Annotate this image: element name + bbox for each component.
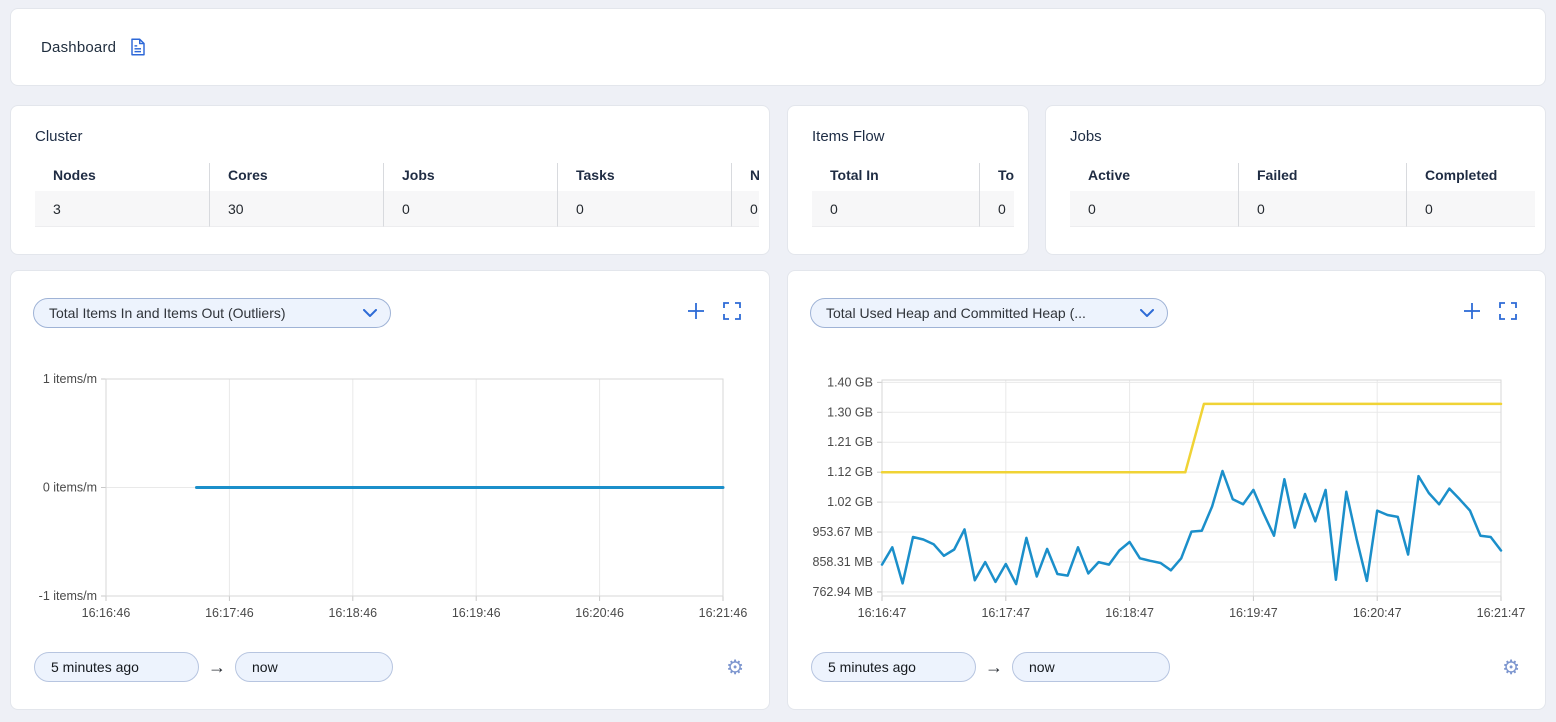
time-range-controls: 5 minutes ago → now: [34, 652, 393, 682]
document-icon[interactable]: [129, 38, 147, 56]
cluster-stats-card: Cluster Nodes Cores Jobs Tasks No 3 30 0…: [10, 105, 770, 255]
items-flow-stats-card: Items Flow Total In To 0 0: [787, 105, 1029, 255]
jobs-stats-card: Jobs Active Failed Completed 0 0 0: [1045, 105, 1546, 255]
cell-value: 30: [209, 191, 383, 227]
items-flow-table: Total In To 0 0: [812, 163, 1014, 227]
cell-value: 0: [1238, 191, 1406, 227]
cluster-card-title: Cluster: [35, 128, 745, 145]
cell-value: 0: [812, 191, 979, 227]
svg-text:1.12 GB: 1.12 GB: [827, 465, 873, 479]
svg-text:1.21 GB: 1.21 GB: [827, 435, 873, 449]
column-header: Total In: [812, 163, 979, 191]
column-header: Nodes: [35, 163, 209, 191]
column-header: Tasks: [557, 163, 731, 191]
table-header-row: Total In To: [812, 163, 1014, 191]
svg-text:16:18:47: 16:18:47: [1105, 606, 1154, 620]
items-flow-card-title: Items Flow: [812, 128, 1004, 145]
svg-text:16:16:47: 16:16:47: [858, 606, 907, 620]
table-value-row: 0 0: [812, 191, 1014, 227]
column-header: Jobs: [383, 163, 557, 191]
svg-text:16:17:46: 16:17:46: [205, 606, 254, 620]
column-header: No: [731, 163, 759, 191]
top-bar-content: Dashboard: [11, 9, 1545, 85]
add-widget-icon[interactable]: [687, 302, 705, 320]
jobs-table: Active Failed Completed 0 0 0: [1070, 163, 1535, 227]
svg-text:16:20:46: 16:20:46: [575, 606, 624, 620]
time-from-input[interactable]: 5 minutes ago: [34, 652, 199, 682]
items-chart-card: Total Items In and Items Out (Outliers) …: [10, 270, 770, 710]
svg-text:1.40 GB: 1.40 GB: [827, 375, 873, 389]
svg-text:858.31 MB: 858.31 MB: [813, 555, 873, 569]
svg-text:762.94 MB: 762.94 MB: [813, 585, 873, 599]
cluster-table: Nodes Cores Jobs Tasks No 3 30 0 0 0: [35, 163, 759, 227]
chevron-down-icon: [363, 309, 377, 317]
table-header-row: Active Failed Completed: [1070, 163, 1535, 191]
cell-value: 0: [557, 191, 731, 227]
heap-line-chart: 1.40 GB 1.30 GB 1.21 GB 1.12 GB 1.02 GB 953.6…: [798, 371, 1538, 623]
cell-value: 0: [383, 191, 557, 227]
svg-text:-1 items/m: -1 items/m: [39, 589, 97, 603]
metric-selector-dropdown[interactable]: Total Used Heap and Committed Heap (...: [810, 298, 1168, 328]
fullscreen-icon[interactable]: [723, 302, 741, 320]
time-from-input[interactable]: 5 minutes ago: [811, 652, 976, 682]
heap-chart-card: Total Used Heap and Committed Heap (... …: [787, 270, 1546, 710]
svg-text:16:21:47: 16:21:47: [1477, 606, 1526, 620]
table-value-row: 0 0 0: [1070, 191, 1535, 227]
range-arrow-icon: →: [985, 658, 1003, 676]
svg-text:1.02 GB: 1.02 GB: [827, 495, 873, 509]
table-value-row: 3 30 0 0 0: [35, 191, 759, 227]
column-header: Cores: [209, 163, 383, 191]
fullscreen-icon[interactable]: [1499, 302, 1517, 320]
time-to-input[interactable]: now: [235, 652, 393, 682]
svg-text:1 items/m: 1 items/m: [43, 372, 97, 386]
cell-value: 0: [1406, 191, 1535, 227]
cell-value: 0: [1070, 191, 1238, 227]
column-header: Active: [1070, 163, 1238, 191]
svg-text:0 items/m: 0 items/m: [43, 481, 97, 495]
metric-selector-dropdown[interactable]: Total Items In and Items Out (Outliers): [33, 298, 391, 328]
svg-text:16:18:46: 16:18:46: [328, 606, 377, 620]
items-line-chart: 1 items/m 0 items/m -1 items/m 16:16:46 16:1…: [21, 371, 761, 623]
column-header: To: [979, 163, 1014, 191]
time-range-controls: 5 minutes ago → now: [811, 652, 1170, 682]
column-header: Completed: [1406, 163, 1535, 191]
svg-text:16:20:47: 16:20:47: [1353, 606, 1402, 620]
cell-value: 0: [731, 191, 759, 227]
svg-text:1.30 GB: 1.30 GB: [827, 405, 873, 419]
svg-text:16:19:47: 16:19:47: [1229, 606, 1278, 620]
metric-selector-label: Total Items In and Items Out (Outliers): [49, 305, 286, 321]
page-title: Dashboard: [41, 39, 116, 56]
svg-text:953.67 MB: 953.67 MB: [813, 525, 873, 539]
cell-value: 0: [979, 191, 1014, 227]
jobs-card-title: Jobs: [1070, 128, 1521, 145]
chevron-down-icon: [1140, 309, 1154, 317]
chart-settings-gear-icon[interactable]: ⚙: [726, 658, 744, 678]
metric-selector-label: Total Used Heap and Committed Heap (...: [826, 305, 1086, 321]
svg-text:16:19:46: 16:19:46: [452, 606, 501, 620]
add-widget-icon[interactable]: [1463, 302, 1481, 320]
range-arrow-icon: →: [208, 658, 226, 676]
table-header-row: Nodes Cores Jobs Tasks No: [35, 163, 759, 191]
svg-text:16:16:46: 16:16:46: [82, 606, 131, 620]
cell-value: 3: [35, 191, 209, 227]
top-bar: Dashboard: [10, 8, 1546, 86]
svg-text:16:21:46: 16:21:46: [699, 606, 748, 620]
svg-text:16:17:47: 16:17:47: [981, 606, 1030, 620]
time-to-input[interactable]: now: [1012, 652, 1170, 682]
column-header: Failed: [1238, 163, 1406, 191]
chart-settings-gear-icon[interactable]: ⚙: [1502, 658, 1520, 678]
